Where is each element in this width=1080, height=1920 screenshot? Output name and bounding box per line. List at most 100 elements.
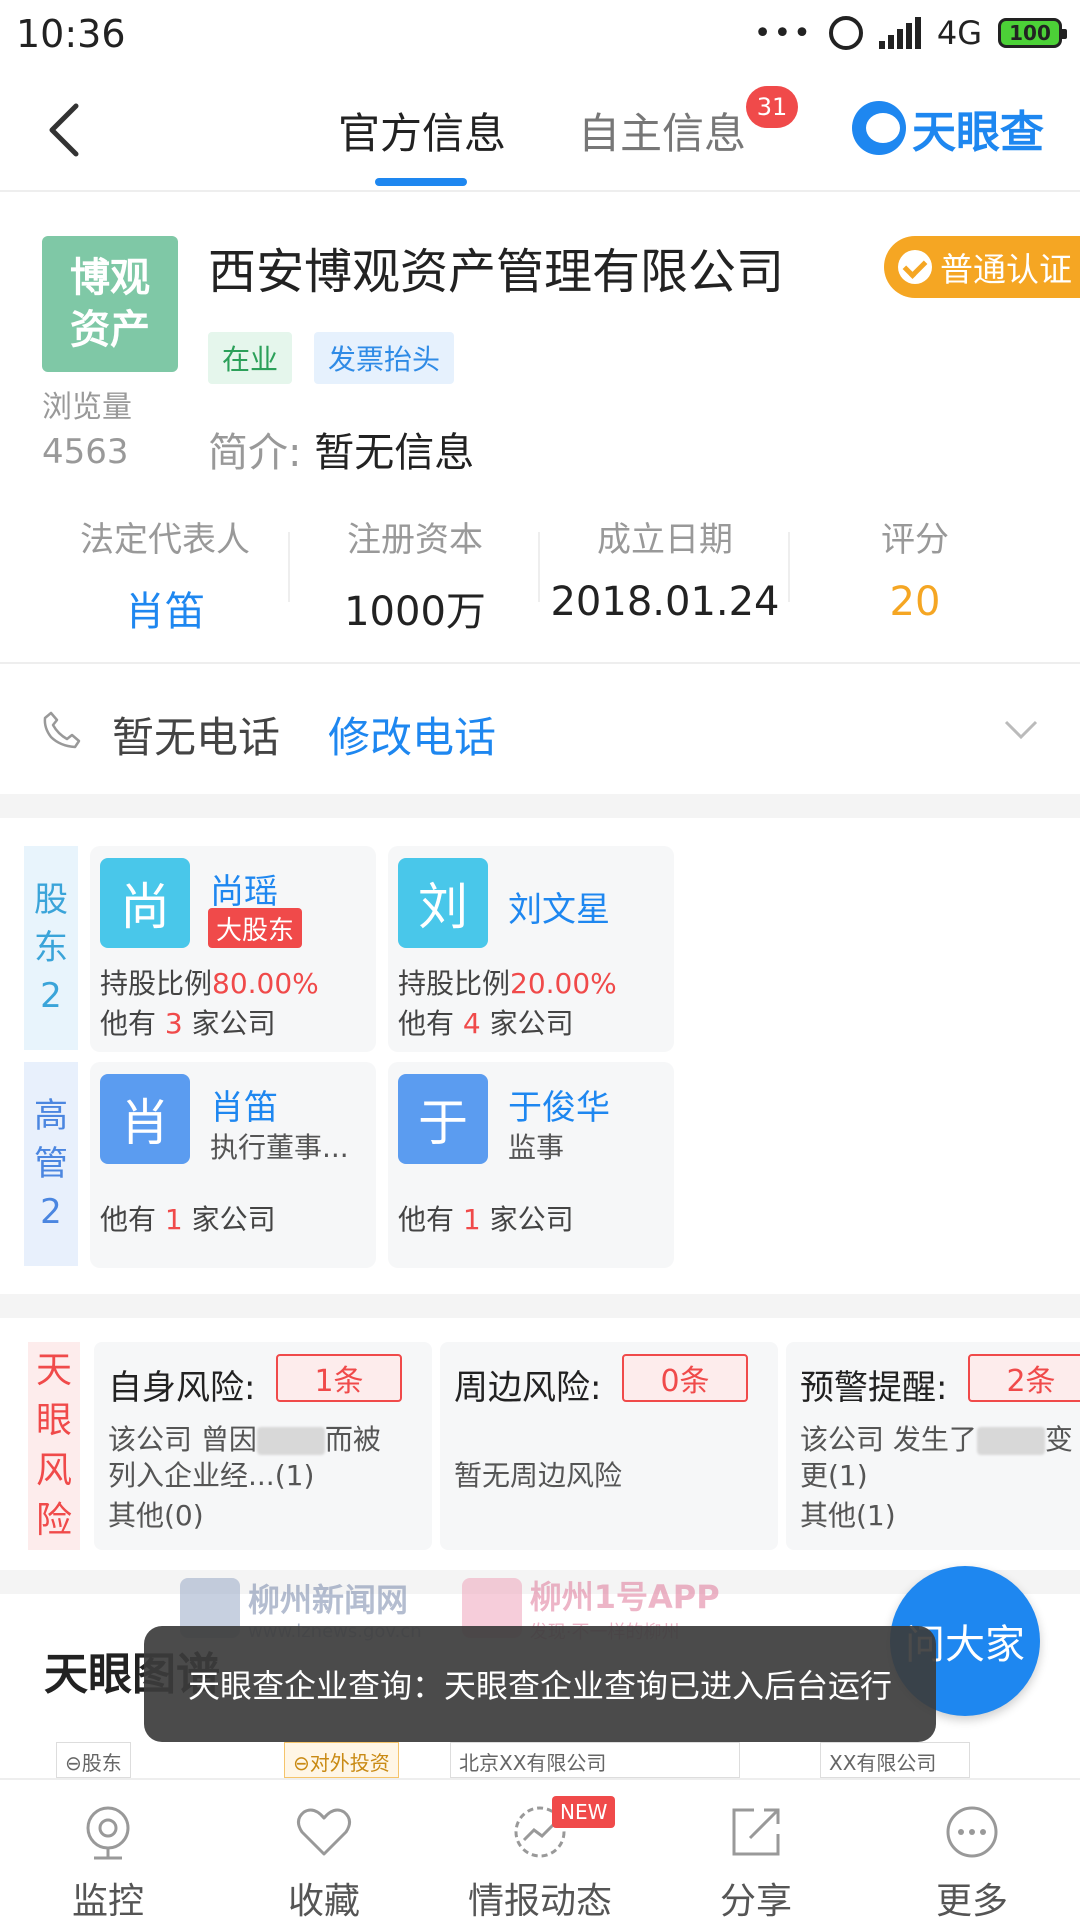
company-logo: 博观 资产 (42, 236, 178, 372)
stat-score[interactable]: 评分 20 (790, 512, 1040, 625)
risk-other: 其他(0) (108, 1499, 204, 1532)
risk-other: 其他(1) (800, 1499, 896, 1532)
nav-label: 监控 (71, 1881, 144, 1920)
invoice-header-tag[interactable]: 发票抬头 (314, 332, 455, 384)
nav-label: 分享 (719, 1881, 792, 1920)
redacted-text (976, 1427, 1045, 1455)
stat-registered-capital: 注册资本 1000万 (290, 512, 540, 635)
shareholder-name[interactable]: 刘文星 (508, 882, 610, 931)
related-companies[interactable]: 他有 1 家公司 (100, 1198, 276, 1238)
new-badge: NEW (552, 1796, 616, 1828)
nav-label: 更多 (935, 1881, 1008, 1920)
certification-label: 普通认证 (940, 250, 1072, 289)
risk-detail: 该公司 曾因 而被 (108, 1422, 381, 1458)
related-suffix: 家公司 (489, 1007, 574, 1040)
risk-label-char: 眼 (35, 1400, 72, 1441)
stat-label: 评分 (881, 520, 949, 560)
share-ratio: 持股比例20.00% (398, 962, 617, 1002)
nav-share[interactable]: 分享 (648, 1780, 864, 1920)
risk-detail: 暂无周边风险 (454, 1459, 623, 1492)
executives-label-char: 管 (34, 1144, 68, 1184)
status-tag-active: 在业 (208, 332, 293, 384)
views-count: 4563 (42, 432, 129, 472)
active-tab-indicator (375, 178, 467, 186)
major-shareholder-badge: 大股东 (208, 908, 303, 948)
stat-legal-representative[interactable]: 法定代表人 肖笛 (40, 512, 290, 635)
risk-title: 预警提醒: (800, 1368, 948, 1408)
shareholder-card[interactable]: 尚 尚瑶 大股东 持股比例80.00% 他有 3 家公司 (90, 846, 376, 1052)
phone-number-text: 暂无电话 (112, 713, 281, 762)
tab-official-info[interactable]: 官方信息 (338, 100, 506, 161)
related-companies[interactable]: 他有 1 家公司 (398, 1198, 574, 1238)
section-divider (0, 1294, 1080, 1318)
risk-detail: 该公司 发生了 变 (800, 1422, 1073, 1458)
nav-favorite[interactable]: 收藏 (216, 1780, 432, 1920)
executives-label-char: 高 (34, 1096, 68, 1136)
company-logo-line2: 资产 (70, 307, 150, 353)
more-icon (946, 1806, 998, 1858)
shareholder-card[interactable]: 刘 刘文星 持股比例20.00% 他有 4 家公司 (388, 846, 674, 1052)
self-info-badge: 31 (746, 86, 798, 128)
share-ratio: 持股比例80.00% (100, 962, 319, 1002)
related-suffix: 家公司 (191, 1007, 276, 1040)
related-companies[interactable]: 他有 3 家公司 (100, 1002, 276, 1042)
back-arrow-icon[interactable] (40, 100, 90, 160)
share-ratio-label: 持股比例 (100, 967, 213, 1000)
risk-detail-start: 该公司 发生了 (800, 1423, 977, 1456)
related-suffix: 家公司 (489, 1203, 574, 1236)
phone-row[interactable]: 暂无电话 修改电话 (0, 662, 1080, 794)
risk-detail-start: 该公司 曾因 (108, 1423, 257, 1456)
monitor-icon (86, 1806, 130, 1860)
check-badge-icon (898, 250, 932, 284)
risk-detail-end: 而被 (324, 1423, 381, 1456)
executive-role: 执行董事... (210, 1131, 349, 1164)
people-section: 股 东 2 尚 尚瑶 大股东 持股比例80.00% 他有 3 家公司 刘 刘文星… (0, 818, 1080, 1294)
tab-self-info[interactable]: 自主信息 (578, 100, 746, 161)
clock: 10:36 (16, 12, 126, 56)
related-count: 1 (462, 1203, 481, 1236)
shareholder-name[interactable]: 尚瑶 (210, 864, 278, 913)
redacted-text (256, 1427, 325, 1455)
alarm-icon (828, 16, 863, 50)
nav-more[interactable]: 更多 (864, 1780, 1080, 1920)
top-header: 官方信息 自主信息 31 天眼查 (0, 70, 1080, 192)
nav-intel-feed[interactable]: NEW 情报动态 (432, 1780, 648, 1920)
nav-monitor[interactable]: 监控 (0, 1780, 216, 1920)
executive-card[interactable]: 肖 肖笛 执行董事... 他有 1 家公司 (90, 1062, 376, 1268)
executive-name[interactable]: 于俊华 (508, 1080, 610, 1129)
graph-node: ⊖对外投资 (284, 1742, 399, 1778)
risk-detail-line2: 更(1) (800, 1459, 868, 1492)
risk-detail-end: 变 (1044, 1423, 1073, 1456)
heart-icon (297, 1808, 351, 1856)
intro-value: 暂无信息 (314, 430, 475, 476)
intro-label: 简介: (208, 430, 302, 476)
shareholders-label: 股 东 2 (24, 846, 78, 1050)
risk-label-char: 天 (35, 1350, 72, 1391)
chevron-down-icon[interactable] (1004, 720, 1038, 740)
related-companies[interactable]: 他有 4 家公司 (398, 1002, 574, 1042)
status-icons: ••• 4G 100 (754, 14, 1067, 52)
company-stats: 法定代表人 肖笛 注册资本 1000万 成立日期 2018.01.24 评分 2… (0, 512, 1080, 635)
risk-label-char: 风 (35, 1450, 72, 1491)
graph-node: XX有限公司 (820, 1742, 970, 1778)
share-icon (732, 1808, 780, 1856)
surrounding-risk-card[interactable]: 周边风险: 0条 暂无周边风险 (440, 1342, 778, 1550)
executive-name[interactable]: 肖笛 (210, 1080, 278, 1129)
executive-card[interactable]: 于 于俊华 监事 他有 1 家公司 (388, 1062, 674, 1268)
brand-logo: 天眼查 (852, 96, 1044, 160)
graph-node: ⊖股东 (56, 1742, 131, 1778)
executives-count: 2 (40, 1192, 62, 1232)
share-ratio-label: 持股比例 (398, 967, 511, 1000)
certification-badge[interactable]: 普通认证 (884, 236, 1080, 298)
risk-label-char: 险 (35, 1500, 72, 1541)
avatar: 尚 (100, 858, 190, 948)
executive-role: 监事 (508, 1131, 565, 1164)
related-count: 3 (164, 1007, 183, 1040)
tianyancha-logo-icon (852, 101, 906, 155)
company-card: 博观 资产 浏览量 4563 西安博观资产管理有限公司 普通认证 在业 发票抬头… (0, 192, 1080, 662)
self-risk-card[interactable]: 自身风险: 1条 该公司 曾因 而被 列入企业经...(1) 其他(0) (94, 1342, 432, 1550)
edit-phone-link[interactable]: 修改电话 (328, 704, 496, 765)
nav-label: 收藏 (287, 1881, 360, 1920)
share-ratio-value: 80.00% (212, 967, 319, 1000)
warning-card[interactable]: 预警提醒: 2条 该公司 发生了 变 更(1) 其他(1) (786, 1342, 1080, 1550)
